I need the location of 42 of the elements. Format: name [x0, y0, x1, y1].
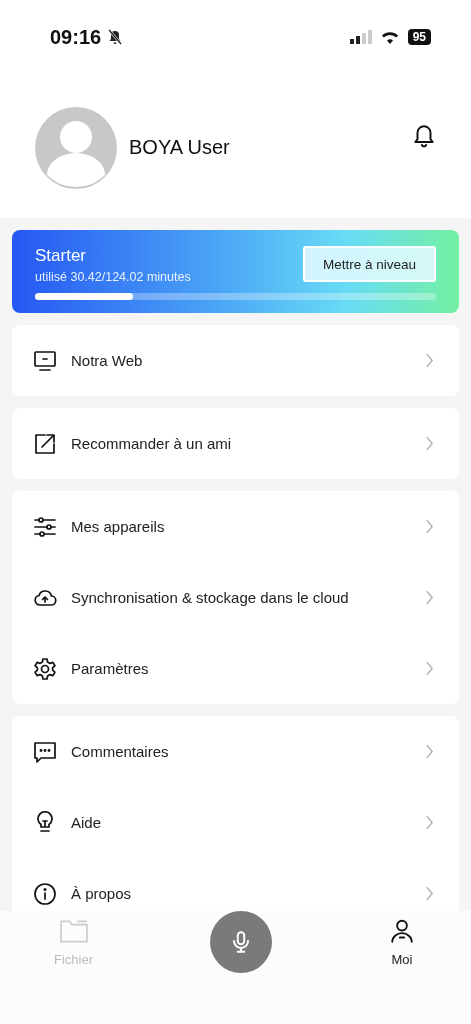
folder-icon	[58, 918, 89, 944]
chevron-right-icon	[425, 744, 434, 759]
menu-label: Notra Web	[71, 352, 144, 369]
menu-item[interactable]: À propos	[12, 858, 459, 911]
menu-item[interactable]: Aide	[12, 787, 459, 858]
menu-label: Commentaires	[71, 743, 170, 760]
menu-item[interactable]: Notra Web	[12, 325, 459, 396]
menu-label: Recommander à un ami	[71, 435, 233, 452]
info-icon	[33, 881, 57, 906]
muted-bell-icon	[107, 29, 124, 45]
plan-name: Starter	[35, 246, 88, 266]
share-icon	[33, 431, 57, 456]
chevron-right-icon	[425, 436, 434, 451]
wifi-icon	[379, 30, 400, 44]
person-icon	[389, 918, 415, 944]
menu-item[interactable]: Commentaires	[12, 716, 459, 787]
chevron-right-icon	[425, 590, 434, 605]
menu-item[interactable]: Synchronisation & stockage dans le cloud	[12, 562, 459, 633]
settings-icon	[33, 656, 57, 681]
menu-label: Synchronisation & stockage dans le cloud	[71, 589, 350, 606]
menu-item[interactable]: Paramètres	[12, 633, 459, 704]
tab-button[interactable]: Moi	[385, 911, 419, 967]
menu-label: À propos	[71, 885, 133, 902]
upgrade-button[interactable]: Mettre à niveau	[302, 246, 436, 282]
chevron-right-icon	[425, 519, 434, 534]
chevron-right-icon	[425, 661, 434, 676]
status-time: 09:16	[50, 25, 102, 49]
monitor-icon	[33, 348, 57, 373]
menu-item[interactable]: Mes appareils	[12, 491, 459, 562]
menu-item[interactable]: Recommander à un ami	[12, 408, 459, 479]
menu-label: Mes appareils	[71, 518, 166, 535]
usage-text: utilisé 30.42/124.02 minutes	[35, 270, 191, 284]
chevron-right-icon	[425, 886, 434, 901]
menu-label: Paramètres	[71, 660, 150, 677]
chevron-right-icon	[425, 815, 434, 830]
user-name: BOYA User	[129, 136, 231, 159]
menu-label: Aide	[71, 814, 103, 831]
sliders-icon	[33, 514, 57, 539]
chevron-right-icon	[425, 353, 434, 368]
signal-icon	[349, 30, 374, 44]
chat-icon	[33, 739, 57, 764]
battery-level: 95	[407, 29, 431, 45]
